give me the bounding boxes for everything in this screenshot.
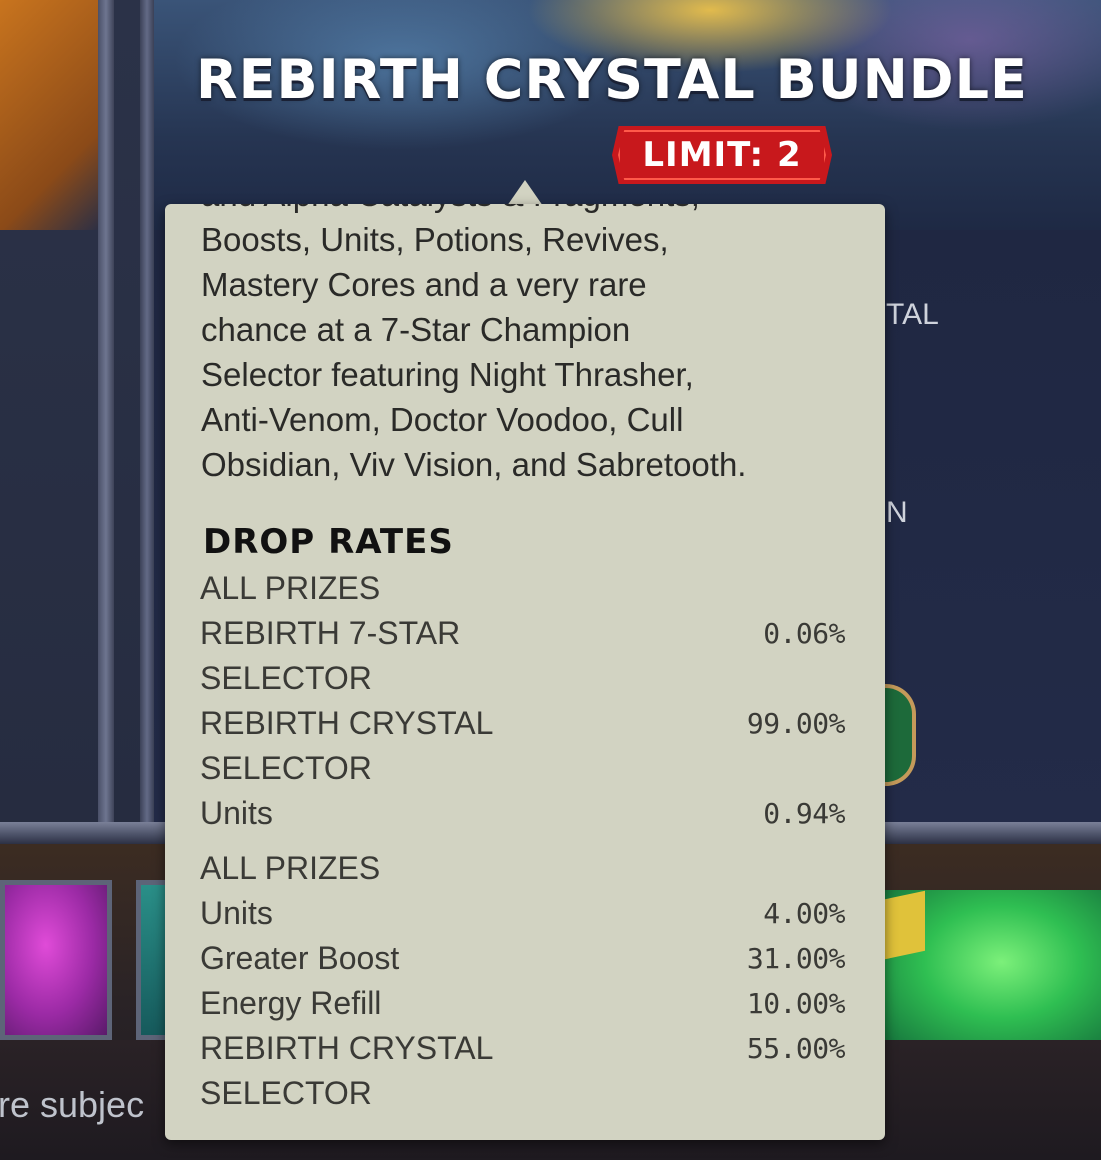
prize-name: REBIRTH CRYSTAL SELECTOR	[200, 705, 493, 786]
limit-text: LIMIT: 2	[642, 135, 802, 175]
prize-name: Units	[200, 795, 273, 831]
prize-rate: 0.94%	[763, 797, 845, 830]
description-line: chance at a 7-Star Champion	[201, 311, 631, 348]
left-offer-art	[0, 0, 100, 230]
rate-row: Greater Boost 31.00%	[200, 936, 846, 981]
yellow-gem-icon	[885, 890, 925, 960]
rate-row: Energy Refill 10.00%	[200, 981, 846, 1026]
tooltip-arrow	[507, 180, 543, 206]
game-scene: TAL N re subjec REBIRTH CRYSTAL BUNDLE L…	[0, 0, 1101, 1160]
prize-rate: 31.00%	[746, 942, 846, 975]
partial-n-text: N	[886, 496, 908, 529]
description-line: Mastery Cores and a very rare	[201, 266, 647, 303]
prize-name: REBIRTH 7-STAR SELECTOR	[200, 615, 461, 696]
bundle-title: REBIRTH CRYSTAL BUNDLE	[196, 48, 1028, 111]
rate-row: Units 4.00%	[200, 891, 845, 936]
prize-name: Units	[200, 895, 273, 931]
prize-rate: 10.00%	[746, 987, 846, 1020]
prize-name: Energy Refill	[200, 985, 382, 1021]
bundle-description: and Alpha Catalysts & Fragments, Boosts,…	[201, 204, 851, 487]
description-line: Obsidian, Viv Vision, and Sabretooth.	[201, 446, 747, 483]
rate-row: Units 0.94%	[200, 791, 845, 836]
left-panel-frame	[98, 0, 114, 830]
prize-rate: 4.00%	[763, 897, 845, 930]
prize-group-label: ALL PRIZES	[200, 570, 381, 606]
rate-row: REBIRTH CRYSTAL SELECTOR 55.00%	[200, 1026, 846, 1116]
prize-rate: 55.00%	[746, 1032, 846, 1065]
drop-rates-heading: DROP RATES	[203, 522, 454, 562]
limit-badge: LIMIT: 2	[612, 126, 832, 184]
bundle-panel-frame	[140, 0, 154, 830]
prize-name: REBIRTH CRYSTAL SELECTOR	[200, 1030, 493, 1111]
rate-row: REBIRTH 7-STAR SELECTOR 0.06%	[200, 611, 845, 701]
prize-name: Greater Boost	[200, 940, 400, 976]
prize-group-label: ALL PRIZES	[200, 850, 381, 886]
description-line: and Alpha Catalysts & Fragments,	[201, 204, 851, 217]
description-line: Selector featuring Night Thrasher,	[201, 356, 694, 393]
rate-row: REBIRTH CRYSTAL SELECTOR 99.00%	[200, 701, 846, 791]
drop-rates-tooltip[interactable]: and Alpha Catalysts & Fragments, Boosts,…	[165, 204, 885, 1140]
prize-rate: 0.06%	[763, 617, 845, 650]
description-line: Boosts, Units, Potions, Revives,	[201, 221, 669, 258]
partial-disclaimer-text: re subjec	[0, 1084, 145, 1125]
description-line: Anti-Venom, Doctor Voodoo, Cull	[201, 401, 684, 438]
partial-crystal-text: TAL	[886, 298, 939, 331]
offer-tile-pink[interactable]	[0, 880, 112, 1040]
prize-rate: 99.00%	[746, 707, 846, 740]
drop-rates-table: ALL PRIZES REBIRTH 7-STAR SELECTOR 0.06%…	[200, 566, 846, 1116]
bundle-banner-art	[150, 0, 1101, 230]
